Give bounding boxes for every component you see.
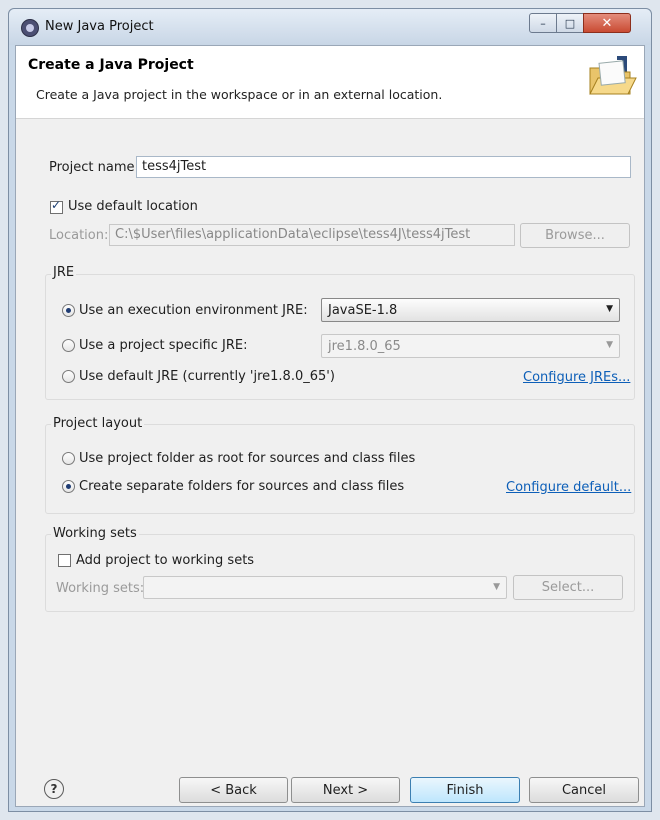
wizard-title: Create a Java Project bbox=[28, 57, 194, 73]
project-layout-group-title: Project layout bbox=[51, 416, 145, 431]
working-sets-combo[interactable]: ▼ bbox=[143, 576, 507, 599]
project-name-label: Project name: bbox=[49, 160, 139, 175]
wizard-description: Create a Java project in the workspace o… bbox=[36, 87, 443, 102]
add-to-working-sets-label: Add project to working sets bbox=[76, 553, 255, 568]
dropdown-arrow-icon: ▼ bbox=[606, 340, 613, 350]
add-to-working-sets-checkbox[interactable] bbox=[58, 554, 71, 567]
cancel-button[interactable]: Cancel bbox=[529, 777, 639, 803]
title-bar[interactable]: New Java Project – □ ✕ bbox=[9, 9, 651, 45]
working-sets-group-title: Working sets bbox=[51, 526, 139, 541]
radio-execution-environment[interactable] bbox=[62, 304, 75, 317]
eclipse-icon bbox=[21, 19, 39, 37]
radio-default-jre[interactable] bbox=[62, 370, 75, 383]
dropdown-arrow-icon: ▼ bbox=[493, 582, 500, 592]
jre-group-title: JRE bbox=[51, 265, 77, 280]
finish-button[interactable]: Finish bbox=[410, 777, 520, 803]
window-title: New Java Project bbox=[45, 19, 154, 34]
default-jre-label: Use default JRE (currently 'jre1.8.0_65'… bbox=[79, 369, 335, 384]
execution-environment-label: Use an execution environment JRE: bbox=[79, 303, 308, 318]
configure-default-link[interactable]: Configure default... bbox=[506, 480, 631, 495]
maximize-button[interactable]: □ bbox=[556, 13, 584, 33]
project-specific-jre-combo[interactable]: jre1.8.0_65 ▼ bbox=[321, 334, 620, 358]
folder-as-root-label: Use project folder as root for sources a… bbox=[79, 451, 416, 466]
browse-button[interactable]: Browse... bbox=[520, 223, 630, 248]
project-specific-jre-label: Use a project specific JRE: bbox=[79, 338, 248, 353]
close-button[interactable]: ✕ bbox=[583, 13, 631, 33]
working-sets-group bbox=[45, 534, 635, 612]
radio-separate-folders[interactable] bbox=[62, 480, 75, 493]
minimize-button[interactable]: – bbox=[529, 13, 557, 33]
project-name-input[interactable]: tess4jTest bbox=[136, 156, 631, 178]
next-button[interactable]: Next > bbox=[291, 777, 400, 803]
select-working-sets-button[interactable]: Select... bbox=[513, 575, 623, 600]
back-button[interactable]: < Back bbox=[179, 777, 288, 803]
execution-environment-combo[interactable]: JavaSE-1.8 ▼ bbox=[321, 298, 620, 322]
new-java-project-window: New Java Project – □ ✕ Create a Java Pro… bbox=[8, 8, 652, 812]
dialog-client-area: Create a Java Project Create a Java proj… bbox=[15, 45, 645, 807]
separate-folders-label: Create separate folders for sources and … bbox=[79, 479, 405, 494]
location-input[interactable]: C:\$User\files\applicationData\eclipse\t… bbox=[109, 224, 515, 246]
configure-jres-link[interactable]: Configure JREs... bbox=[523, 370, 630, 385]
dropdown-arrow-icon: ▼ bbox=[606, 304, 613, 314]
project-specific-jre-value: jre1.8.0_65 bbox=[328, 339, 401, 354]
use-default-location-label: Use default location bbox=[68, 199, 198, 214]
radio-folder-as-root[interactable] bbox=[62, 452, 75, 465]
wizard-banner: Create a Java Project Create a Java proj… bbox=[16, 46, 644, 119]
working-sets-label: Working sets: bbox=[56, 581, 145, 596]
execution-environment-value: JavaSE-1.8 bbox=[328, 303, 398, 318]
project-layout-group bbox=[45, 424, 635, 514]
location-label: Location: bbox=[49, 228, 109, 243]
use-default-location-checkbox[interactable] bbox=[50, 198, 63, 214]
help-icon[interactable]: ? bbox=[44, 779, 64, 799]
radio-project-specific-jre[interactable] bbox=[62, 339, 75, 352]
java-folder-icon bbox=[589, 56, 637, 95]
